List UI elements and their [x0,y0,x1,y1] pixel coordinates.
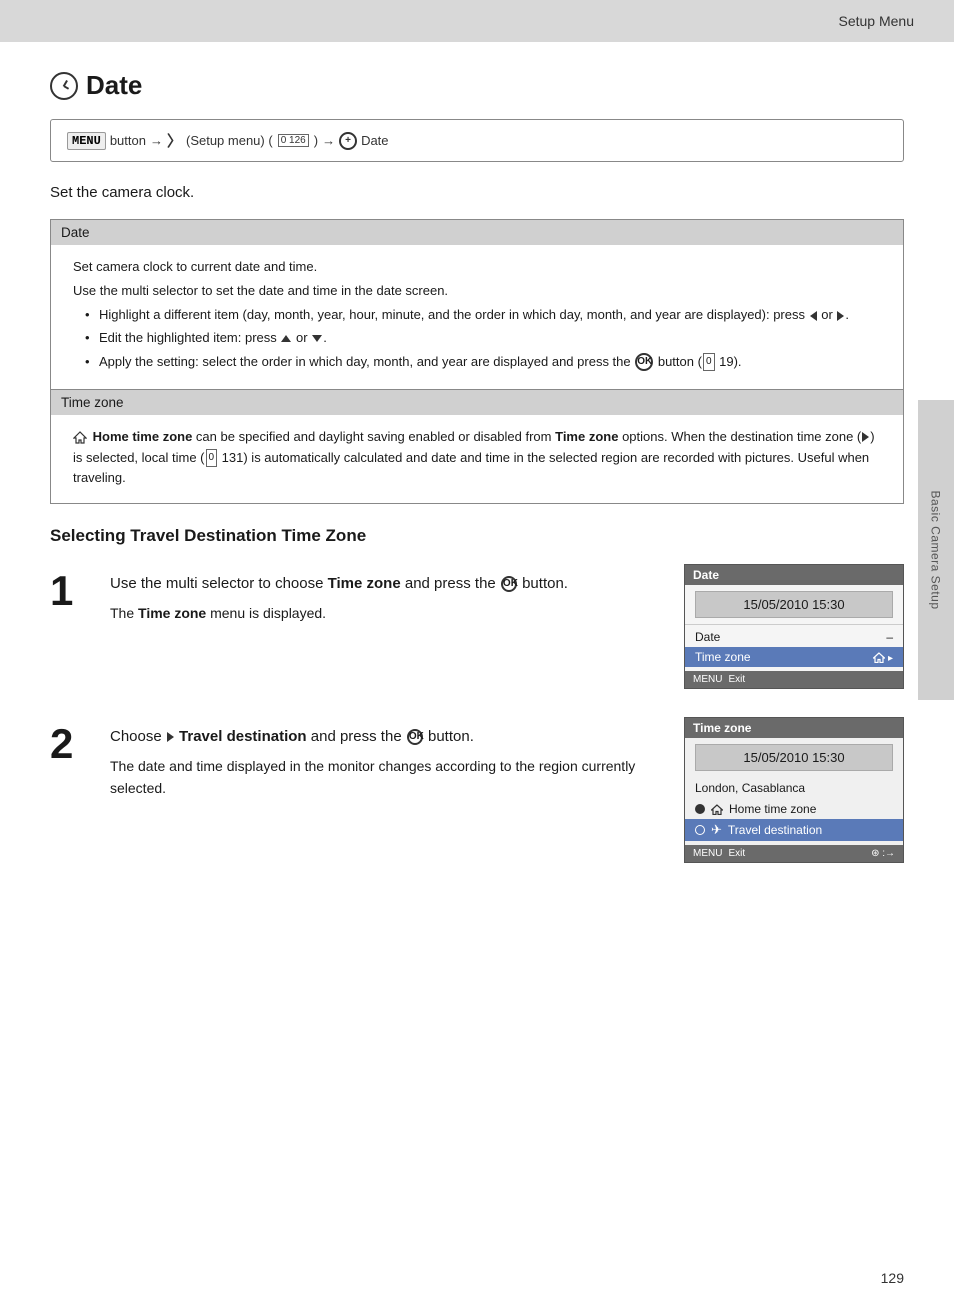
header-title: Setup Menu [839,13,915,29]
arrow-down-icon [312,335,322,342]
cs1-header: Date [685,565,903,585]
ts-city: London, Casablanca [685,777,903,799]
step-2-detail: The date and time displayed in the monit… [110,756,660,799]
step-2-screen: Time zone 15/05/2010 15:30 London, Casab… [684,717,904,863]
dest-icon [862,432,869,442]
arrow-up-icon [281,335,291,342]
subsection-heading: Selecting Travel Destination Time Zone [50,526,904,546]
date-section: Date Set camera clock to current date an… [50,219,904,390]
nav-text2: (Setup menu) ( [186,133,273,148]
main-content: Date MENU button → 〉 (Setup menu) ( 0 12… [0,42,954,919]
step-1-row: 1 Use the multi selector to choose Time … [50,564,904,689]
cs1-div1 [685,624,903,625]
ts-menu-label: MENU [693,848,722,859]
cs-home-icon [873,652,885,663]
ts-time: 15/05/2010 15:30 [695,744,893,771]
arrow-left-icon [810,311,817,321]
page-title-row: Date [50,70,904,101]
page: Setup Menu Date MENU button → 〉 (Setup m… [0,0,954,1314]
nav-arrow2: → [322,133,335,148]
step-2-main: Choose Travel destination and press the … [110,725,660,748]
cs1-row-date: Date – [685,627,903,647]
ts-plane-icon: ✈ [711,822,722,838]
sidebar-container: Basic Camera Setup [918,400,954,700]
intro-text: Set the camera clock. [50,184,904,201]
nav-ref: 0 126 [278,134,309,147]
ts-header: Time zone [685,718,903,738]
step-2-content: Choose Travel destination and press the … [110,717,660,806]
clock-icon [50,72,78,100]
nav-text4: Date [361,133,388,148]
nav-box: MENU button → 〉 (Setup menu) ( 0 126 ) →… [50,119,904,162]
ts-radio-home [695,804,705,814]
step-1-number: 1 [50,564,86,612]
ok-icon-step1: OK [501,576,517,592]
date-section-content: Set camera clock to current date and tim… [51,245,903,389]
ts-home-icon [711,804,723,815]
camera-screen-1: Date 15/05/2010 15:30 Date – Time zone [684,564,904,689]
step-1-screen: Date 15/05/2010 15:30 Date – Time zone [684,564,904,689]
dest-arrow-icon [167,732,174,742]
ts-ok-label: ⊛ :→ [871,848,895,859]
ts-travel-label: Travel destination [728,823,822,837]
nav-setup-icon: 〉 [167,130,182,151]
date-bullet-1: Highlight a different item (day, month, … [85,305,881,325]
step-2-number: 2 [50,717,86,765]
ts-home-label: Home time zone [729,802,816,816]
ref-131: 0 [206,449,218,467]
cs1-time: 15/05/2010 15:30 [695,591,893,618]
step-1-detail: The Time zone menu is displayed. [110,603,660,625]
ts-option-travel: ✈ Travel destination [685,819,903,841]
date-section-header: Date [51,220,903,245]
timezone-section: Time zone Home time zone can be specifie… [50,390,904,504]
page-title: Date [86,70,142,101]
timezone-text: Home time zone can be specified and dayl… [73,427,881,489]
ts-radio-travel [695,825,705,835]
date-bullet-2: Edit the highlighted item: press or . [85,328,881,348]
date-line1: Set camera clock to current date and tim… [73,257,881,277]
date-bullets: Highlight a different item (day, month, … [73,305,881,371]
ts-exit-label: Exit [728,848,745,859]
header-bar: Setup Menu [0,0,954,42]
ok-button-icon: OK [635,353,653,371]
tz-screen: Time zone 15/05/2010 15:30 London, Casab… [684,717,904,863]
ts-option-home: Home time zone [685,799,903,819]
cs1-row-timezone: Time zone ▸ [685,647,903,667]
nav-text3: ) [314,133,318,148]
timezone-section-content: Home time zone can be specified and dayl… [51,415,903,503]
ts-footer: MENU Exit ⊛ :→ [685,845,903,862]
cs1-menu-label: MENU [693,674,722,685]
cs1-footer: MENU Exit [685,671,903,688]
arrow-right-icon [837,311,844,321]
step-1-main: Use the multi selector to choose Time zo… [110,572,660,595]
ok-icon-step2: OK [407,729,423,745]
date-bullet-3: Apply the setting: select the order in w… [85,352,881,372]
date-line2: Use the multi selector to set the date a… [73,281,881,301]
nav-text1: button [110,133,146,148]
page-number: 129 [881,1270,904,1286]
home-icon [73,431,87,444]
menu-key: MENU [67,132,106,150]
ref-19: 0 [703,353,715,371]
step-2-row: 2 Choose Travel destination and press th… [50,717,904,863]
timezone-section-header: Time zone [51,390,903,415]
nav-arrow1: → [150,133,163,148]
step-1-content: Use the multi selector to choose Time zo… [110,564,660,631]
nav-date-icon: + [339,132,357,150]
sidebar-label: Basic Camera Setup [929,490,943,609]
cs1-exit-label: Exit [728,674,745,685]
